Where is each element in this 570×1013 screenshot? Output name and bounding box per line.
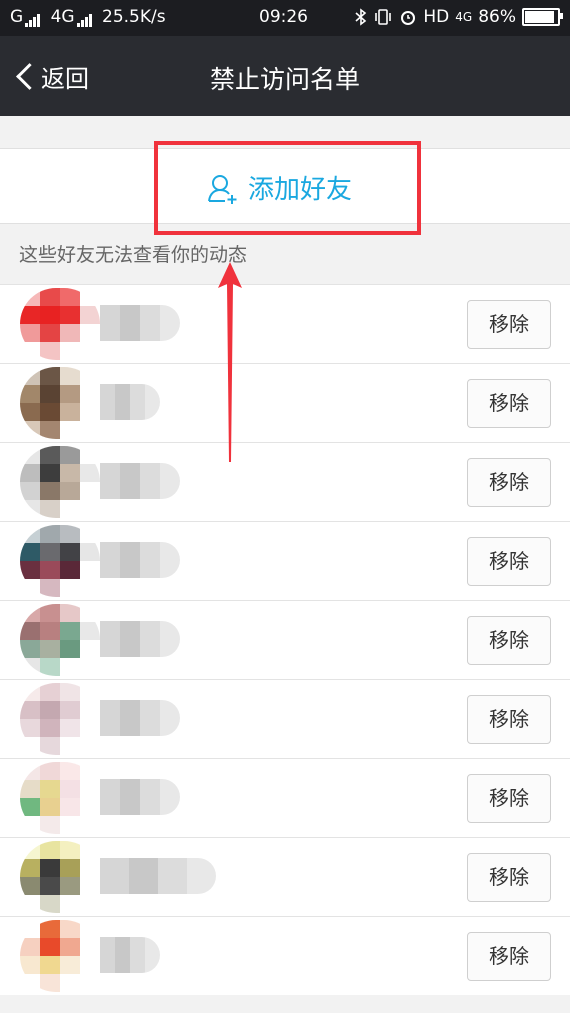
signal-icon-2	[76, 7, 93, 27]
page-title: 禁止访问名单	[209, 65, 360, 94]
status-right: HD 4G 86%	[355, 7, 563, 27]
remove-button[interactable]: 移除	[467, 458, 551, 507]
list-item: 移除	[0, 442, 570, 521]
remove-button[interactable]: 移除	[467, 853, 551, 902]
title-bar: 返回 禁止访问名单	[0, 36, 570, 116]
list-item: 移除	[0, 837, 570, 916]
friend-name-blurred	[100, 384, 160, 420]
network-speed: 25.5K/s	[102, 7, 166, 27]
friend-name-blurred	[100, 463, 180, 499]
remove-button[interactable]: 移除	[467, 616, 551, 665]
friend-name-blurred	[100, 937, 160, 973]
avatar	[20, 604, 100, 676]
list-item: 移除	[0, 600, 570, 679]
list-item: 移除	[0, 679, 570, 758]
battery-percent: 86%	[478, 7, 516, 27]
list-item: 移除	[0, 284, 570, 363]
friend-name-blurred	[100, 779, 180, 815]
highlight-annotation	[154, 141, 421, 235]
avatar	[20, 525, 100, 597]
red-arrow-annotation	[218, 262, 242, 462]
hd-label: HD	[423, 7, 450, 27]
avatar	[20, 446, 100, 518]
status-left: G 4G 25.5K/s	[10, 7, 166, 27]
list-item: 移除	[0, 521, 570, 600]
avatar	[20, 288, 100, 360]
alarm-icon	[401, 11, 416, 25]
remove-button[interactable]: 移除	[467, 932, 551, 981]
status-bar: G 4G 25.5K/s 09:26 HD 4G 86%	[0, 0, 570, 36]
avatar	[20, 920, 100, 992]
friend-name-blurred	[100, 700, 180, 736]
friend-list: 移除 移除 移除 移除 移除 移除 移除 移除 移除	[0, 284, 570, 995]
remove-button[interactable]: 移除	[467, 695, 551, 744]
list-item: 移除	[0, 916, 570, 995]
avatar	[20, 367, 100, 439]
network-type-2: 4G	[455, 10, 473, 24]
remove-button[interactable]: 移除	[467, 379, 551, 428]
avatar	[20, 683, 100, 755]
avatar	[20, 762, 100, 834]
remove-button[interactable]: 移除	[467, 537, 551, 586]
bluetooth-icon	[355, 8, 367, 26]
remove-button[interactable]: 移除	[467, 300, 551, 349]
friend-name-blurred	[100, 858, 216, 894]
list-item: 移除	[0, 758, 570, 837]
clock: 09:26	[259, 7, 308, 27]
avatar	[20, 841, 100, 913]
friend-name-blurred	[100, 542, 180, 578]
list-item: 移除	[0, 363, 570, 442]
friend-name-blurred	[100, 621, 180, 657]
battery-icon	[522, 8, 563, 26]
hint-text: 这些好友无法查看你的动态	[19, 244, 248, 266]
signal-icon	[25, 7, 41, 27]
carrier-g: G	[10, 7, 24, 27]
friend-name-blurred	[100, 305, 180, 341]
network-type: 4G	[50, 7, 75, 27]
vibrate-icon	[375, 9, 392, 25]
remove-button[interactable]: 移除	[467, 774, 551, 823]
